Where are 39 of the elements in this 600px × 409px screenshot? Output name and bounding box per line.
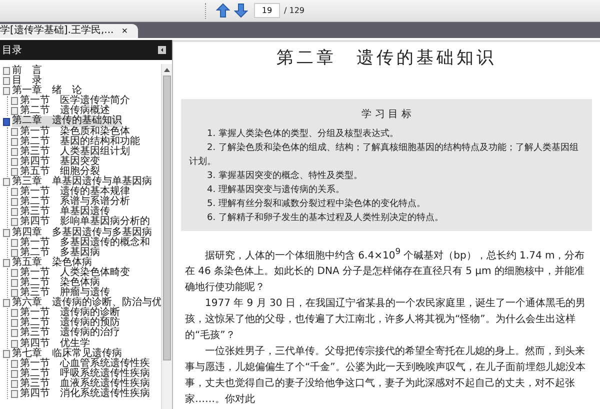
- outline-item[interactable]: 第三节 遗传病的治疗: [11, 328, 161, 339]
- chapter-title: 第二章 遗传的基础知识: [276, 47, 498, 69]
- close-button[interactable]: ×: [122, 26, 128, 36]
- body-paragraph: 据研究，人体的一个体细胞中约含 6.4×10$^{9}$ 个碱基对（bp），总长约 1.74 m，分布在 46 条染色体上。如此长的 DNA 分子是怎样储存在直径只有 5 μm 的细胞核中，并能准确地行使功能呢？: [184, 245, 586, 296]
- objectives-heading: 学 习 目 标: [360, 108, 412, 121]
- outline-item[interactable]: 第四章 多基因遗传与多基因病: [3, 228, 161, 238]
- outline-item[interactable]: 第一节 人类染色体畸变: [11, 268, 161, 278]
- tab-title: 学[遗传学基础].王学民,...: [0, 26, 114, 36]
- objective-text: 1. 掌握人类染色体的类型、分组及核型表达式。: [206, 128, 400, 141]
- outline-item[interactable]: 第五章 染色体病: [3, 258, 161, 268]
- outline-item[interactable]: 第四节 消化系统遗传性疾病: [11, 389, 161, 400]
- up-arrow-icon[interactable]: [216, 3, 230, 18]
- outline-item[interactable]: 第三节 人类基因组计划: [11, 146, 161, 157]
- objective-text: 2. 了解染色质和染色体的组成、结构；了解真核细胞基因的结构特点及功能；了解人类基因组计划。: [189, 142, 580, 169]
- outline-item[interactable]: 第一节 多基因遗传的概念和: [11, 238, 161, 248]
- page-number-field[interactable]: 19: [254, 3, 280, 18]
- document-tab[interactable]: 学[遗传学基础].王学民,... ×: [0, 24, 138, 38]
- objective-text: 6. 了解精子和卵子发生的基本过程及人类性别决定的特点。: [206, 212, 444, 225]
- outline-item[interactable]: 第四节 优生学: [11, 338, 161, 349]
- body-paragraph: 1977 年 9 月 30 日，在我国辽宁省某县的一个农民家庭里，诞生了一个通体黑毛的男孩，这惊呆了他的父母，也传遍了大江南北，许多人将其视为“怪物”。为什么会生出这样的“毛孩”？: [184, 296, 586, 344]
- outline-item[interactable]: 第三节 血液系统遗传性疾病: [11, 378, 161, 389]
- outline-item[interactable]: 第一节 心血管系统遗传性疾: [11, 358, 161, 369]
- objective-text: 5. 理解有丝分裂和减数分裂过程中染色体的变化特点。: [206, 198, 426, 211]
- outline-item[interactable]: 第七章 临床常见遗传病: [3, 348, 161, 359]
- outline-item[interactable]: 第四节 基因突变: [11, 156, 161, 167]
- objective-text: 3. 掌握基因突变的概念、特性及类型。: [206, 170, 364, 183]
- outline-item[interactable]: 第二节 多基因病: [11, 248, 161, 258]
- outline-item[interactable]: 第四节 影响单基因病分析的: [11, 217, 161, 228]
- panel-title: 目录: [2, 44, 22, 57]
- scrollbar[interactable]: [161, 64, 172, 409]
- objective-text: 4. 理解基因突变与遗传病的关系。: [206, 184, 346, 197]
- collapse-icon[interactable]: [158, 46, 166, 54]
- body-paragraph: 一位张姓男子，三代单传。父母把传宗接代的希望全寄托在儿媳的身上。然而，到头来事与愿违，儿媳偏偏生了个“千金”。公婆为此一天到晚唉声叹气，在儿子面前埋怨儿媳没本事，丈夫也觉得自己的妻子没给他争这口气，妻子为此深感对不起自己的丈夫，对不起张家……。你对此: [184, 344, 586, 408]
- outline-item[interactable]: 第一节 染色质和染色体: [11, 126, 161, 137]
- page-total: / 129: [284, 6, 305, 15]
- down-arrow-icon[interactable]: [234, 3, 248, 18]
- outline-item[interactable]: 前 言: [3, 66, 161, 76]
- outline-item[interactable]: 第二节 呼吸系统遗传性疾病: [11, 368, 161, 379]
- outline-item[interactable]: 第二节 基因的结构和功能: [11, 136, 161, 147]
